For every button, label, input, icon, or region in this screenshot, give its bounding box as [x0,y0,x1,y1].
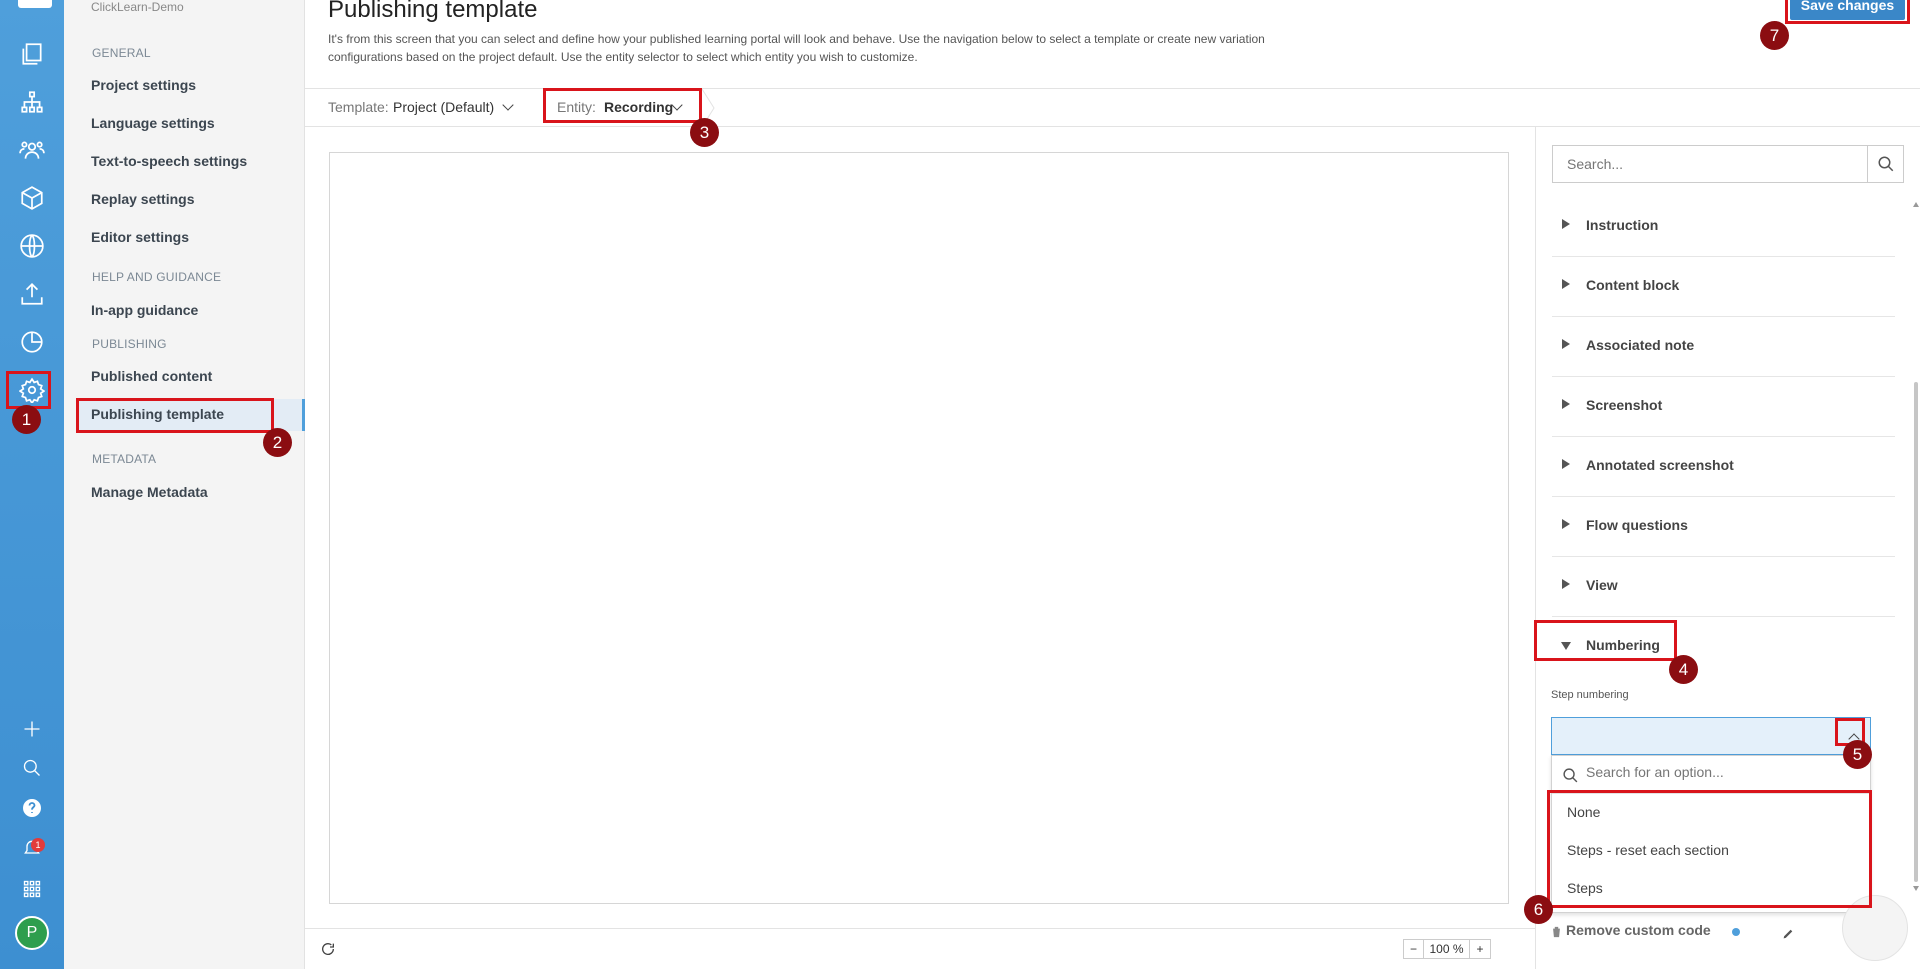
help-icon[interactable] [16,792,48,824]
refresh-icon[interactable] [320,941,336,957]
section-content-block[interactable]: Content block [1552,257,1895,317]
zoom-in-button[interactable]: + [1470,940,1490,958]
expand-arrow-icon [1562,279,1570,289]
scroll-down-icon[interactable] [1913,886,1919,891]
panel-scrollbar[interactable] [1913,202,1919,892]
expand-arrow-icon [1562,519,1570,529]
section-label: View [1586,577,1618,593]
annotation-marker-7: 7 [1760,21,1789,50]
notification-badge: 1 [31,838,45,852]
annotation-marker-1: 1 [12,405,41,434]
zoom-level: 100 % [1424,940,1470,958]
dropdown-search-input[interactable] [1586,764,1856,780]
highlight-entity-selector [543,88,702,123]
section-label: Associated note [1586,337,1695,353]
section-heading-general: GENERAL [92,46,151,60]
sidebar-item-text-to-speech-settings[interactable]: Text-to-speech settings [91,153,247,169]
search-icon[interactable] [16,752,48,784]
search-icon [1878,156,1893,172]
section-screenshot[interactable]: Screenshot [1552,377,1895,437]
highlight-publishing-template [76,398,274,433]
page-title: Publishing template [328,0,538,23]
sitemap-icon[interactable] [16,86,48,118]
step-numbering-label: Step numbering [1551,689,1629,701]
box-icon[interactable] [16,182,48,214]
template-label: Template: [328,99,389,115]
scroll-up-icon[interactable] [1913,202,1919,207]
expand-arrow-icon [1562,219,1570,229]
template-preview-frame [329,152,1509,904]
expand-arrow-icon [1562,339,1570,349]
expand-arrow-icon [1562,399,1570,409]
expand-arrow-icon [1562,459,1570,469]
section-associated-note[interactable]: Associated note [1552,317,1895,377]
page-description: It's from this screen that you can selec… [328,32,1265,64]
section-label: Screenshot [1586,397,1663,413]
preview-bottom-bar: − 100 % + [305,928,1535,969]
section-heading-help: HELP AND GUIDANCE [92,270,222,284]
sidebar-item-language-settings[interactable]: Language settings [91,115,215,131]
users-icon[interactable] [16,134,48,166]
remove-custom-code-button[interactable]: Remove custom code [1566,922,1711,938]
sidebar-item-editor-settings[interactable]: Editor settings [91,229,189,245]
sidebar-item-in-app-guidance[interactable]: In-app guidance [91,302,198,318]
annotation-marker-6: 6 [1524,895,1553,924]
zoom-out-button[interactable]: − [1404,940,1424,958]
edit-icon[interactable] [1782,927,1795,940]
upload-icon[interactable] [16,278,48,310]
section-heading-metadata: METADATA [92,452,157,466]
section-annotated-screenshot[interactable]: Annotated screenshot [1552,437,1895,497]
sidebar-item-manage-metadata[interactable]: Manage Metadata [91,484,208,500]
panel-search-button[interactable] [1867,146,1903,182]
plus-icon[interactable] [16,713,48,745]
settings-sidebar: ClickLearn-Demo GENERAL Project settings… [64,0,305,969]
template-selector[interactable]: Project (Default) [393,99,494,115]
avatar[interactable]: P [15,916,49,950]
status-dot [1732,928,1740,936]
dropdown-search[interactable] [1552,756,1870,794]
annotation-marker-5: 5 [1843,740,1872,769]
section-label: Content block [1586,277,1680,293]
sidebar-item-replay-settings[interactable]: Replay settings [91,191,194,207]
annotation-marker-4: 4 [1669,655,1698,684]
highlight-dropdown-options [1547,790,1872,908]
expand-arrow-icon [1562,579,1570,589]
section-label: Annotated screenshot [1586,457,1734,473]
section-instruction[interactable]: Instruction [1552,197,1895,257]
scroll-thumb[interactable] [1914,382,1918,882]
annotation-marker-3: 3 [690,118,719,147]
apps-icon[interactable] [16,873,48,905]
globe-icon[interactable] [16,230,48,262]
section-label: Instruction [1586,217,1659,233]
zoom-control: − 100 % + [1403,939,1491,959]
section-heading-publishing: PUBLISHING [92,337,167,351]
sidebar-item-project-settings[interactable]: Project settings [91,77,196,93]
search-icon [1563,768,1578,783]
highlight-settings-icon [6,371,51,409]
panel-search-input[interactable] [1553,146,1853,182]
app-logo[interactable] [18,0,52,8]
section-view[interactable]: View [1552,557,1895,617]
documents-icon[interactable] [16,38,48,70]
sidebar-item-published-content[interactable]: Published content [91,368,212,384]
annotation-marker-2: 2 [263,428,292,457]
highlight-save-changes [1785,0,1910,24]
section-label: Flow questions [1586,517,1688,533]
project-name: ClickLearn-Demo [91,0,184,14]
trash-icon [1552,926,1561,938]
template-chevron-icon[interactable] [502,99,514,111]
chart-icon[interactable] [16,326,48,358]
panel-search[interactable] [1552,145,1904,183]
section-flow-questions[interactable]: Flow questions [1552,497,1895,557]
step-numbering-select[interactable] [1551,717,1871,755]
highlight-numbering-section [1534,620,1677,661]
app-rail: 1 P [0,0,64,969]
